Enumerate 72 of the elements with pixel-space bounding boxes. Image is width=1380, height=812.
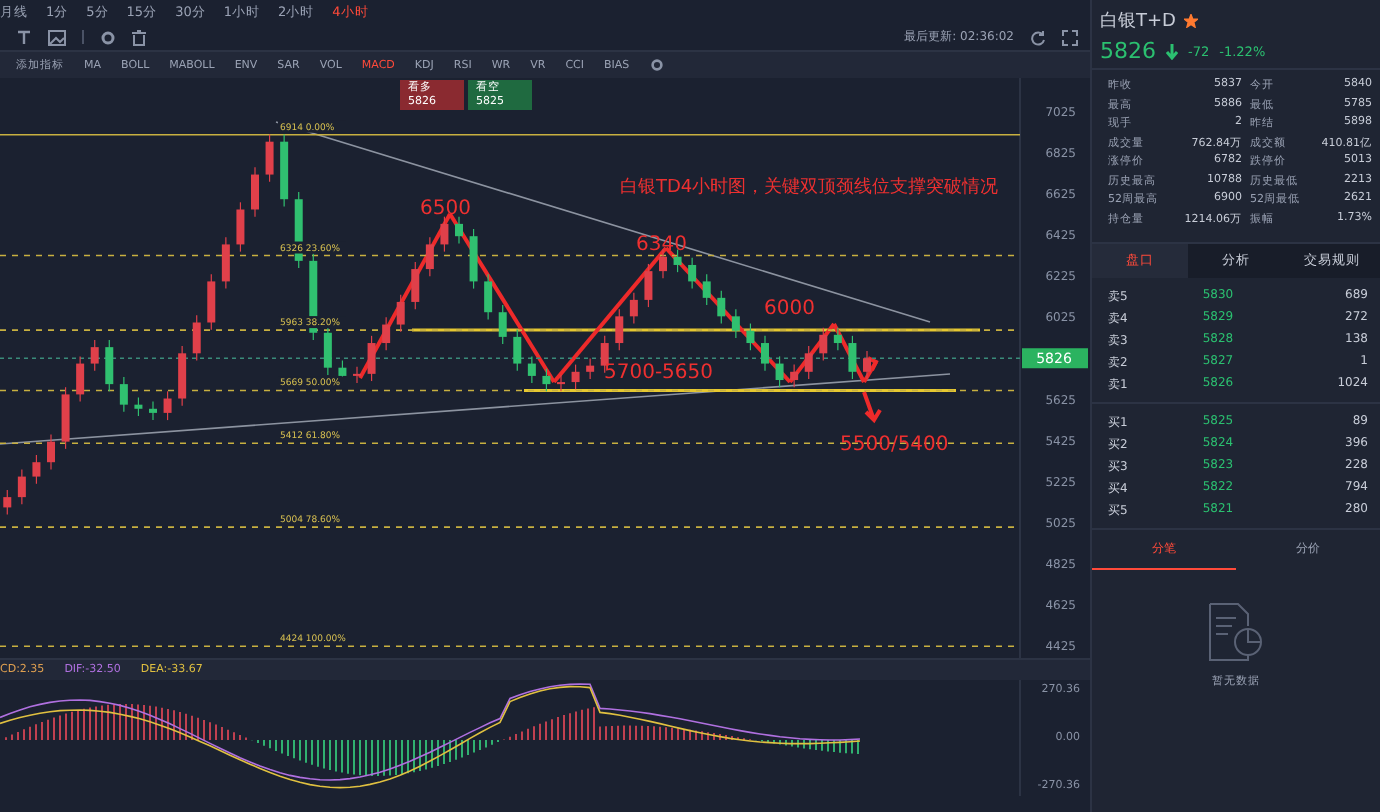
candlestick xyxy=(761,335,769,372)
candlestick xyxy=(731,308,740,339)
candlestick xyxy=(251,166,259,218)
candlestick xyxy=(76,355,85,403)
candlestick xyxy=(323,324,332,376)
price-annotation: 5500/5400 xyxy=(840,434,949,456)
candlestick xyxy=(32,454,41,485)
candlestick xyxy=(775,355,784,388)
image-icon[interactable] xyxy=(48,29,66,45)
candlestick xyxy=(484,273,493,321)
candlestick xyxy=(90,339,99,372)
candlestick xyxy=(790,364,799,388)
candlestick xyxy=(367,335,376,382)
candlestick xyxy=(17,468,26,505)
candlestick xyxy=(571,364,580,390)
candlestick xyxy=(673,248,682,273)
candlestick xyxy=(746,322,755,351)
price-annotation: 5700-5650 xyxy=(604,362,714,384)
chart-note: 白银TD4小时图，关键双顶颈线位支撑突破情况 xyxy=(620,178,999,198)
candlestick xyxy=(644,263,653,308)
candlestick xyxy=(513,329,522,372)
candlestick xyxy=(586,357,595,380)
candlestick xyxy=(425,236,434,277)
refresh-icon[interactable] xyxy=(1030,29,1046,45)
price-annotation: 6500 xyxy=(420,198,471,220)
candlestick xyxy=(717,290,726,325)
candlestick xyxy=(207,273,216,331)
candlestick xyxy=(353,366,361,384)
candlestick xyxy=(192,314,201,362)
candlestick xyxy=(149,400,157,421)
candlestick xyxy=(819,327,828,362)
candlestick xyxy=(804,345,813,380)
candlestick xyxy=(863,350,871,380)
price-annotation: 6340 xyxy=(636,234,687,256)
candlestick xyxy=(119,376,128,413)
trash-icon[interactable] xyxy=(132,29,146,45)
candlestick xyxy=(396,294,405,333)
candlestick xyxy=(498,304,507,345)
candlestick xyxy=(527,355,536,384)
candlestick xyxy=(702,273,711,306)
candlestick xyxy=(688,257,697,290)
candlestick xyxy=(557,374,565,392)
candlestick xyxy=(134,396,143,417)
candlestick xyxy=(236,201,245,253)
candlestick xyxy=(469,228,478,290)
last-price: 5826 xyxy=(1100,38,1156,64)
empty-document-icon xyxy=(1208,601,1264,661)
candlestick xyxy=(105,339,114,392)
candlestick xyxy=(382,316,391,351)
candlestick xyxy=(61,386,70,450)
candlestick xyxy=(163,390,172,421)
candlestick xyxy=(178,345,187,407)
candlestick xyxy=(600,335,609,374)
candlestick xyxy=(629,292,638,325)
candlestick xyxy=(833,327,842,351)
text-tool-icon[interactable] xyxy=(16,29,32,45)
candlestick xyxy=(221,236,230,290)
candlestick xyxy=(411,261,420,310)
candlestick xyxy=(265,133,274,183)
candlestick xyxy=(542,368,551,392)
candlestick xyxy=(659,248,667,279)
down-arrow-icon xyxy=(1166,43,1178,59)
instrument-name: 白银T+D xyxy=(1100,9,1176,34)
favorite-star-icon[interactable] xyxy=(1183,14,1198,28)
candlestick xyxy=(47,433,55,470)
candlestick xyxy=(848,335,857,380)
candlestick xyxy=(440,216,449,253)
candlestick xyxy=(3,489,12,516)
price-annotation: 6000 xyxy=(764,298,815,320)
fullscreen-icon[interactable] xyxy=(1062,29,1078,45)
candlestick xyxy=(615,308,624,351)
candlestick xyxy=(455,216,463,244)
